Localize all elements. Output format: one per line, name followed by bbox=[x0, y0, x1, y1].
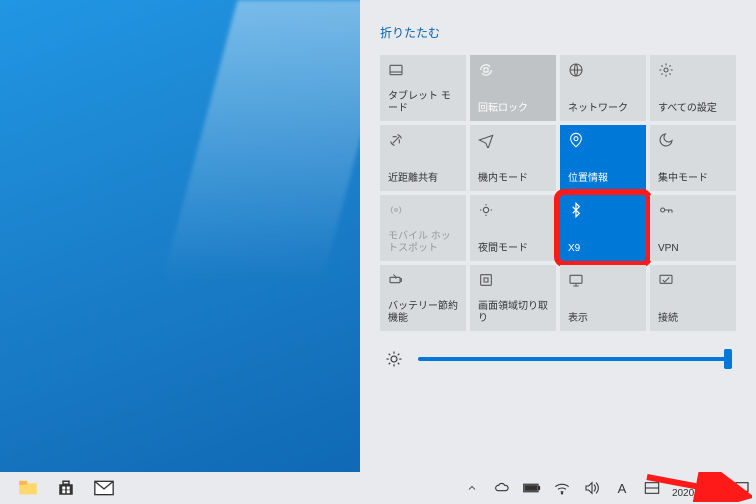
airplane-icon bbox=[478, 131, 548, 149]
quick-action-snip[interactable]: 画面領域切り取り bbox=[470, 265, 556, 331]
taskbar: A 10:13 2020/01/14 bbox=[0, 472, 756, 504]
quick-action-nearby-share[interactable]: 近距離共有 bbox=[380, 125, 466, 191]
ime-mode-icon[interactable] bbox=[642, 478, 662, 498]
quick-action-night[interactable]: 夜間モード bbox=[470, 195, 556, 261]
collapse-link[interactable]: 折りたたむ bbox=[380, 24, 736, 41]
tile-label: バッテリー節約機能 bbox=[388, 301, 458, 325]
taskbar-left bbox=[4, 478, 114, 498]
tile-label: ネットワーク bbox=[568, 103, 638, 115]
night-icon bbox=[478, 201, 548, 219]
nearby-share-icon bbox=[388, 131, 458, 149]
tile-label: 画面領域切り取り bbox=[478, 301, 548, 325]
tile-label: モバイル ホットスポット bbox=[388, 231, 458, 255]
taskbar-clock[interactable]: 10:13 2020/01/14 bbox=[672, 477, 722, 499]
tile-label: 集中モード bbox=[658, 173, 728, 185]
tile-label: 回転ロック bbox=[478, 103, 548, 115]
quick-action-location[interactable]: 位置情報 bbox=[560, 125, 646, 191]
hotspot-icon bbox=[388, 201, 458, 219]
quick-action-settings[interactable]: すべての設定 bbox=[650, 55, 736, 121]
quick-action-battery-saver[interactable]: バッテリー節約機能 bbox=[380, 265, 466, 331]
tile-label: 機内モード bbox=[478, 173, 548, 185]
brightness-icon bbox=[384, 349, 404, 369]
battery-icon[interactable] bbox=[522, 478, 542, 498]
quick-action-bluetooth[interactable]: X9 bbox=[560, 195, 646, 261]
chevron-up-icon[interactable] bbox=[462, 478, 482, 498]
rotation-lock-icon bbox=[478, 61, 548, 79]
file-explorer-icon[interactable] bbox=[18, 478, 38, 498]
bluetooth-icon bbox=[568, 201, 638, 219]
tile-label: 接続 bbox=[658, 313, 728, 325]
brightness-thumb[interactable] bbox=[724, 349, 732, 369]
brightness-slider[interactable] bbox=[418, 357, 732, 361]
taskbar-right: A 10:13 2020/01/14 bbox=[462, 477, 752, 499]
quick-action-focus[interactable]: 集中モード bbox=[650, 125, 736, 191]
tile-label: X9 bbox=[568, 243, 638, 255]
system-tray: A bbox=[462, 478, 662, 498]
tile-label: タブレット モード bbox=[388, 91, 458, 115]
tile-label: 近距離共有 bbox=[388, 173, 458, 185]
tile-label: VPN bbox=[658, 243, 728, 255]
settings-icon bbox=[658, 61, 728, 79]
project-icon bbox=[568, 271, 638, 289]
vpn-icon bbox=[658, 201, 728, 219]
onedrive-icon[interactable] bbox=[492, 478, 512, 498]
quick-action-connect[interactable]: 接続 bbox=[650, 265, 736, 331]
snip-icon bbox=[478, 271, 548, 289]
notifications-icon[interactable] bbox=[732, 478, 752, 498]
quick-action-airplane[interactable]: 機内モード bbox=[470, 125, 556, 191]
tile-label: 表示 bbox=[568, 313, 638, 325]
quick-action-hotspot[interactable]: モバイル ホットスポット bbox=[380, 195, 466, 261]
tile-label: 夜間モード bbox=[478, 243, 548, 255]
clock-date: 2020/01/14 bbox=[672, 488, 722, 499]
quick-action-project[interactable]: 表示 bbox=[560, 265, 646, 331]
connect-icon bbox=[658, 271, 728, 289]
quick-action-vpn[interactable]: VPN bbox=[650, 195, 736, 261]
quick-action-tiles: タブレット モード回転ロック ネットワーク すべての設定近距離共有 機内モード 位置情報… bbox=[380, 55, 736, 331]
quick-action-tablet[interactable]: タブレット モード bbox=[380, 55, 466, 121]
location-icon bbox=[568, 131, 638, 149]
tablet-icon bbox=[388, 61, 458, 79]
battery-saver-icon bbox=[388, 271, 458, 289]
network-icon bbox=[568, 61, 638, 79]
wifi-icon[interactable] bbox=[552, 478, 572, 498]
ime-a-icon[interactable]: A bbox=[612, 478, 632, 498]
mail-icon[interactable] bbox=[94, 478, 114, 498]
microsoft-store-icon[interactable] bbox=[56, 478, 76, 498]
tile-label: すべての設定 bbox=[658, 103, 728, 115]
focus-icon bbox=[658, 131, 728, 149]
clock-time: 10:13 bbox=[672, 477, 722, 488]
quick-action-rotation-lock[interactable]: 回転ロック bbox=[470, 55, 556, 121]
brightness-row bbox=[380, 349, 736, 369]
quick-action-network[interactable]: ネットワーク bbox=[560, 55, 646, 121]
action-center-panel: 折りたたむ タブレット モード回転ロック ネットワーク すべての設定近距離共有 機内モ… bbox=[360, 0, 756, 472]
tile-label: 位置情報 bbox=[568, 173, 638, 185]
volume-icon[interactable] bbox=[582, 478, 602, 498]
